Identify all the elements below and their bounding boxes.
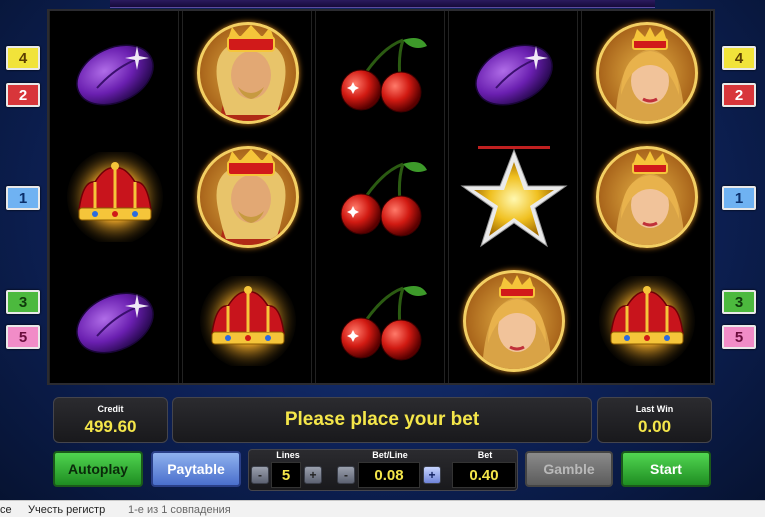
line-marker-left-3: 3 bbox=[6, 290, 40, 314]
bet-line-plus-button[interactable]: + bbox=[423, 466, 441, 484]
last-win-label: Last Win bbox=[635, 404, 674, 414]
reel-2 bbox=[182, 11, 312, 383]
reel-5-cell-2 bbox=[582, 135, 712, 259]
line-marker-left-1: 1 bbox=[6, 186, 40, 210]
plum-icon bbox=[76, 292, 154, 354]
reel-2-cell-3 bbox=[183, 259, 313, 383]
find-bar-text: се bbox=[0, 504, 12, 516]
queen-icon bbox=[596, 146, 698, 248]
bet-label: Bet bbox=[477, 450, 493, 460]
match-count: 1-е из 1 совпадения bbox=[128, 504, 231, 516]
credit-value: 499.60 bbox=[84, 417, 137, 436]
lines-plus-button[interactable]: + bbox=[304, 466, 322, 484]
bet-line-value: 0.08 bbox=[358, 462, 420, 488]
reel-5 bbox=[581, 11, 711, 383]
king-icon bbox=[197, 22, 299, 124]
reel-3-cell-1 bbox=[316, 11, 446, 135]
lines-minus-button[interactable]: - bbox=[251, 466, 269, 484]
line-marker-left-4: 4 bbox=[6, 46, 40, 70]
message-panel: Please place your bet bbox=[172, 397, 592, 443]
reel-4 bbox=[448, 11, 578, 383]
reel-1-cell-3 bbox=[50, 259, 180, 383]
star-icon bbox=[460, 146, 568, 248]
bet-line-label: Bet/Line bbox=[372, 450, 408, 460]
reel-5-cell-1 bbox=[582, 11, 712, 135]
plum-icon bbox=[76, 44, 154, 106]
king-icon bbox=[197, 146, 299, 248]
match-case-checkbox-label[interactable]: Учесть регистр bbox=[28, 504, 105, 516]
line-marker-right-3: 3 bbox=[722, 290, 756, 314]
line-marker-right-4: 4 bbox=[722, 46, 756, 70]
lines-value: 5 bbox=[271, 462, 301, 488]
line-marker-right-5: 5 bbox=[722, 325, 756, 349]
line-marker-left-2: 2 bbox=[6, 83, 40, 107]
reel-3 bbox=[315, 11, 445, 383]
reel-4-cell-3 bbox=[449, 259, 579, 383]
gamble-button[interactable]: Gamble bbox=[525, 451, 613, 487]
reels-area bbox=[47, 9, 715, 385]
reel-4-cell-1 bbox=[449, 11, 579, 135]
line-marker-left-5: 5 bbox=[6, 325, 40, 349]
reel-4-cell-2 bbox=[449, 135, 579, 259]
crown-icon bbox=[200, 276, 296, 366]
plum-icon bbox=[475, 44, 553, 106]
crown-icon bbox=[599, 276, 695, 366]
reel-1-cell-2 bbox=[50, 135, 180, 259]
start-button[interactable]: Start bbox=[621, 451, 711, 487]
reel-2-cell-2 bbox=[183, 135, 313, 259]
reel-1-cell-1 bbox=[50, 11, 180, 135]
credit-label: Credit bbox=[97, 404, 124, 414]
last-win-panel: Last Win 0.00 bbox=[597, 397, 712, 443]
bet-value: 0.40 bbox=[452, 462, 516, 488]
autoplay-button[interactable]: Autoplay bbox=[53, 451, 143, 487]
paytable-button[interactable]: Paytable bbox=[151, 451, 241, 487]
title-banner bbox=[110, 0, 655, 8]
browser-find-bar: се Учесть регистр 1-е из 1 совпадения bbox=[0, 500, 765, 517]
crown-icon bbox=[67, 152, 163, 242]
reel-2-cell-1 bbox=[183, 11, 313, 135]
reel-1 bbox=[49, 11, 179, 383]
reel-3-cell-3 bbox=[316, 259, 446, 383]
line-marker-right-2: 2 bbox=[722, 83, 756, 107]
reel-5-cell-3 bbox=[582, 259, 712, 383]
last-win-value: 0.00 bbox=[637, 417, 672, 436]
lines-label: Lines bbox=[276, 450, 300, 460]
credit-panel: Credit 499.60 bbox=[53, 397, 168, 443]
queen-icon bbox=[596, 22, 698, 124]
status-message: Please place your bet bbox=[284, 409, 480, 430]
reel-3-cell-2 bbox=[316, 135, 446, 259]
bet-line-minus-button[interactable]: - bbox=[337, 466, 355, 484]
cherry-icon bbox=[340, 38, 427, 113]
queen-icon bbox=[463, 270, 565, 372]
cherry-icon bbox=[340, 162, 427, 237]
cherry-icon bbox=[340, 286, 427, 361]
line-marker-right-1: 1 bbox=[722, 186, 756, 210]
